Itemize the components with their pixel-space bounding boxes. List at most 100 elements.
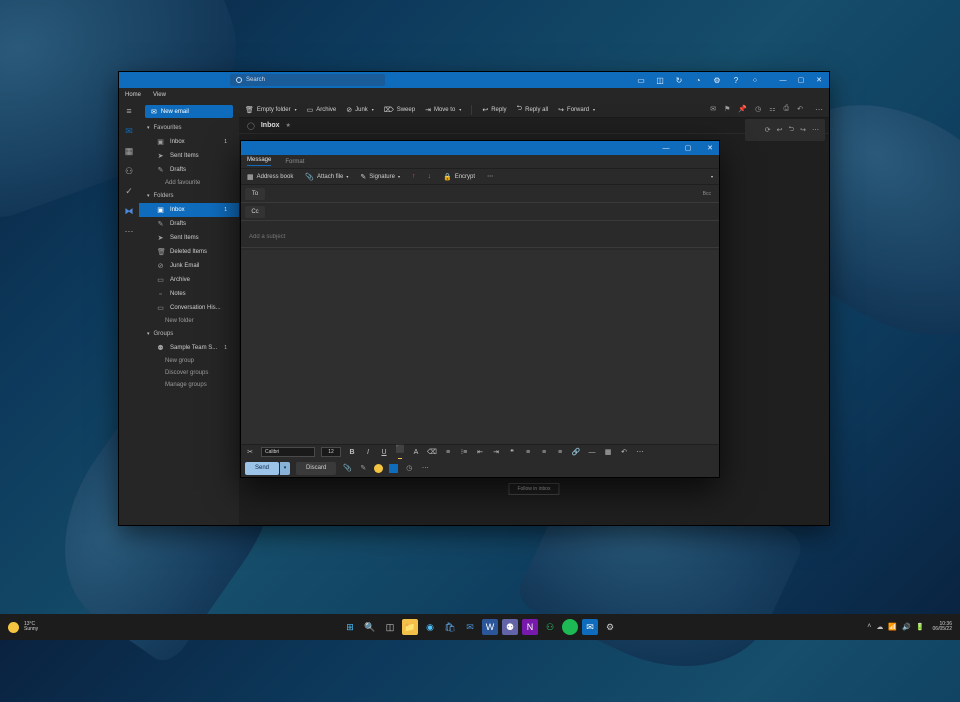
bullets-button[interactable]: ≡ xyxy=(443,449,453,456)
discover-groups[interactable]: Discover groups xyxy=(139,367,239,379)
minimize-button[interactable]: — xyxy=(661,143,671,153)
rail-todo-icon[interactable]: ✓ xyxy=(124,186,134,196)
pin-icon[interactable]: 📌 xyxy=(738,105,747,114)
snooze-icon[interactable]: ◷ xyxy=(755,105,761,114)
folder-conversation-history[interactable]: ▭Conversation His... xyxy=(139,301,239,315)
bell-icon[interactable]: ◔ xyxy=(694,76,702,84)
outlook-icon[interactable]: ✉ xyxy=(582,619,598,635)
archive-button[interactable]: ▭Archive xyxy=(307,106,337,114)
meet-icon[interactable]: ▭ xyxy=(637,76,645,84)
new-group[interactable]: New group xyxy=(139,355,239,367)
manage-groups[interactable]: Manage groups xyxy=(139,379,239,391)
tips-icon[interactable]: ⁘ xyxy=(751,76,759,84)
signature-quick-icon[interactable]: ✎ xyxy=(358,464,368,472)
folder-archive[interactable]: ▭Archive xyxy=(139,273,239,287)
reply-all-icon[interactable]: ⮌ xyxy=(789,125,795,136)
message-body[interactable] xyxy=(241,250,719,444)
minimize-button[interactable]: — xyxy=(779,76,787,84)
help-icon[interactable]: ? xyxy=(732,76,740,84)
more-format-button[interactable]: ⋯ xyxy=(635,448,645,456)
empty-folder-button[interactable]: 🗑Empty folder▾ xyxy=(245,106,297,114)
fav-sent[interactable]: ➤Sent Items xyxy=(139,149,239,163)
move-button[interactable]: ⇥Move to▾ xyxy=(425,106,461,114)
font-color-button[interactable]: A xyxy=(411,449,421,456)
add-favourite[interactable]: Add favourite xyxy=(139,177,239,189)
font-size-select[interactable]: 12 xyxy=(321,447,341,457)
teams-icon[interactable]: ⚉ xyxy=(502,619,518,635)
encrypt-button[interactable]: 🔒Encrypt xyxy=(443,173,475,181)
cc-label[interactable]: Cc xyxy=(245,206,265,218)
start-button[interactable]: ⊞ xyxy=(342,619,358,635)
align-left-button[interactable]: ≡ xyxy=(523,449,533,456)
tag-icon[interactable]: ⚏ xyxy=(769,105,775,114)
settings-icon[interactable]: ⚙ xyxy=(602,619,618,635)
send-button[interactable]: Send xyxy=(245,462,279,475)
section-folders[interactable]: ▾Folders xyxy=(139,189,239,203)
more-button[interactable]: ⋯ xyxy=(487,173,493,180)
rail-menu-icon[interactable]: ≡ xyxy=(124,106,134,116)
undo-button[interactable]: ↶ xyxy=(619,448,629,456)
reply-button[interactable]: ↩Reply xyxy=(482,106,506,114)
italic-button[interactable]: I xyxy=(363,449,373,456)
discard-button[interactable]: Discard xyxy=(296,462,336,475)
explorer-icon[interactable]: 📁 xyxy=(402,619,418,635)
table-button[interactable]: ▦ xyxy=(603,448,613,456)
more-icon[interactable]: ⋯ xyxy=(815,105,823,114)
folder-junk[interactable]: ⊘Junk Email xyxy=(139,259,239,273)
tab-message[interactable]: Message xyxy=(247,157,271,166)
attach-file-button[interactable]: 📎Attach file▾ xyxy=(305,173,348,181)
fav-drafts[interactable]: ✎Drafts xyxy=(139,163,239,177)
junk-button[interactable]: ⊘Junk▾ xyxy=(346,106,374,114)
maximize-button[interactable]: ▢ xyxy=(683,143,693,153)
wifi-icon[interactable]: 📶 xyxy=(888,623,897,631)
tab-format[interactable]: Format xyxy=(285,159,304,165)
cc-input[interactable] xyxy=(271,207,715,217)
underline-button[interactable]: U xyxy=(379,449,389,456)
indent-button[interactable]: ⇥ xyxy=(491,448,501,456)
quote-button[interactable]: ❝ xyxy=(507,448,517,456)
sweep-button[interactable]: ⌦Sweep xyxy=(384,106,415,114)
forward-button[interactable]: ↪Forward▾ xyxy=(558,106,595,114)
rail-mail-icon[interactable]: ✉ xyxy=(124,126,134,136)
more-send-icon[interactable]: ⋯ xyxy=(420,464,430,472)
new-folder[interactable]: New folder xyxy=(139,315,239,327)
priority-low-button[interactable]: ↓ xyxy=(428,173,432,180)
group-sample[interactable]: ⚉Sample Team S...1 xyxy=(139,341,239,355)
rail-yammer-icon[interactable]: ⧓ xyxy=(124,206,134,216)
maximize-button[interactable]: ▢ xyxy=(797,76,805,84)
search-button[interactable]: 🔍 xyxy=(362,619,378,635)
send-dropdown[interactable]: ▾ xyxy=(280,462,290,475)
print-icon[interactable]: ⎙ xyxy=(784,105,790,114)
spotify-icon[interactable] xyxy=(562,619,578,635)
settings-icon[interactable]: ⚙ xyxy=(713,76,721,84)
reply-all-button[interactable]: ⮌Reply all xyxy=(517,104,549,115)
rail-more-icon[interactable]: ⋯ xyxy=(124,226,134,236)
address-book-button[interactable]: ▦Address book xyxy=(247,173,293,181)
calendar-icon[interactable]: ◫ xyxy=(656,76,664,84)
clock[interactable]: 10:36 06/05/22 xyxy=(933,622,952,632)
fav-inbox[interactable]: ▣Inbox1 xyxy=(139,135,239,149)
star-icon[interactable]: ★ xyxy=(286,122,291,129)
follow-in-inbox-button[interactable]: Follow in inbox xyxy=(508,483,559,495)
select-all-icon[interactable]: ◯ xyxy=(247,122,255,130)
align-center-button[interactable]: ≡ xyxy=(539,449,549,456)
rail-calendar-icon[interactable]: ▦ xyxy=(124,146,134,156)
onenote-icon[interactable]: N xyxy=(522,619,538,635)
flag-icon[interactable]: ⚑ xyxy=(724,105,730,114)
numbering-button[interactable]: ⁝≡ xyxy=(459,448,469,456)
whatsapp-icon[interactable]: ⚇ xyxy=(542,619,558,635)
volume-icon[interactable]: 🔊 xyxy=(902,623,911,631)
font-select[interactable]: Calibri xyxy=(261,447,315,457)
menu-home[interactable]: Home xyxy=(125,92,141,98)
tray-chevron-icon[interactable]: ˄ xyxy=(867,623,871,631)
link-button[interactable]: 🔗 xyxy=(571,448,581,456)
signature-button[interactable]: ✎Signature▾ xyxy=(360,173,400,181)
more-icon[interactable]: ⋯ xyxy=(812,126,819,134)
translate-icon[interactable]: ⟳ xyxy=(765,126,771,134)
section-groups[interactable]: ▾Groups xyxy=(139,327,239,341)
hr-button[interactable]: — xyxy=(587,449,597,456)
sync-icon[interactable]: ↻ xyxy=(675,76,683,84)
mail-icon[interactable]: ✉ xyxy=(462,619,478,635)
edge-icon[interactable]: ◉ xyxy=(422,619,438,635)
folder-deleted[interactable]: 🗑Deleted Items xyxy=(139,245,239,259)
